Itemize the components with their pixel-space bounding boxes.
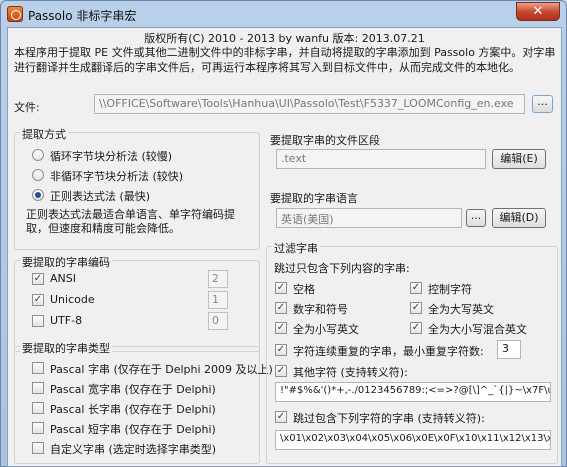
- utf8-checkbox[interactable]: [32, 315, 44, 327]
- utf8-label: UTF-8: [50, 314, 83, 327]
- close-button[interactable]: ✕: [516, 2, 560, 21]
- window-title: Passolo 非标字串宏: [28, 9, 137, 23]
- filter-lower-checkbox[interactable]: ✓: [275, 322, 287, 334]
- type-pascal-short-checkbox[interactable]: [32, 422, 44, 434]
- type-pascal-label: Pascal 字串 (仅存在于 Delphi 2009 及以上): [50, 363, 273, 376]
- ansi-checkbox[interactable]: ✓: [32, 273, 44, 285]
- filter-repeat-checkbox[interactable]: ✓: [275, 344, 287, 356]
- filter-mixed-checkbox[interactable]: ✓: [410, 322, 422, 334]
- type-pascal-wide-label: Pascal 宽字串 (仅存在于 Delphi): [50, 383, 216, 396]
- radio-regex-label: 正则表达式法 (最快): [50, 190, 151, 203]
- type-pascal-long-label: Pascal 长字串 (仅存在于 Delphi): [50, 403, 216, 416]
- file-path-input[interactable]: \\OFFICE\Software\Tools\Hanhua\UI\Passol…: [94, 94, 525, 114]
- encoding-title: 要提取的字串编码: [20, 254, 112, 270]
- unicode-count-field[interactable]: 1: [208, 291, 228, 309]
- type-pascal-long-checkbox[interactable]: [32, 402, 44, 414]
- filter-upper-checkbox[interactable]: ✓: [410, 302, 422, 314]
- type-pascal-wide-checkbox[interactable]: [32, 382, 44, 394]
- extraction-title: 提取方式: [20, 126, 68, 142]
- sections-edit-button[interactable]: 编辑(E): [492, 149, 546, 169]
- file-browse-button[interactable]: ...: [532, 95, 553, 113]
- radio-nonloop-block-label: 非循环字节块分析法 (较快): [50, 170, 184, 183]
- filter-digits-checkbox[interactable]: ✓: [275, 302, 287, 314]
- dialog-client: 版权所有(C) 2010 - 2013 by wanfu 版本: 2013.07…: [7, 27, 562, 467]
- filter-mixed-label: 全为大小写混合英文: [428, 323, 527, 336]
- language-title: 要提取的字串语言: [270, 192, 358, 205]
- file-label: 文件:: [14, 101, 40, 114]
- radio-loop-block[interactable]: [32, 149, 44, 161]
- language-field[interactable]: 英语(美国): [276, 208, 462, 228]
- radio-nonloop-block[interactable]: [32, 169, 44, 181]
- ansi-label: ANSI: [50, 272, 76, 285]
- types-title: 要提取的字串类型: [20, 340, 112, 356]
- filter-repeat-label: 字符连续重复的字串，最小重复字符数:: [293, 345, 484, 358]
- filter-skip-checkbox[interactable]: ✓: [275, 411, 287, 423]
- filter-other-label: 其他字符 (支持转义符):: [293, 366, 408, 379]
- radio-loop-block-label: 循环字节块分析法 (较慢): [50, 150, 173, 163]
- filter-other-checkbox[interactable]: ✓: [275, 365, 287, 377]
- filter-space-checkbox[interactable]: ✓: [275, 282, 287, 294]
- copyright-line: 版权所有(C) 2010 - 2013 by wanfu 版本: 2013.07…: [144, 32, 425, 45]
- app-window: Passolo 非标字串宏 ✕ 版权所有(C) 2010 - 2013 by w…: [0, 0, 567, 467]
- unicode-label: Unicode: [50, 293, 95, 306]
- filter-title: 过滤字串: [272, 240, 320, 256]
- sections-field[interactable]: .text: [276, 149, 486, 169]
- filter-control-checkbox[interactable]: ✓: [410, 282, 422, 294]
- description-text: 本程序用于提取 PE 文件或其他二进制文件中的非标字串，并自动将提取的字串添加到…: [14, 46, 556, 74]
- sections-title: 要提取字串的文件区段: [270, 134, 380, 147]
- filter-subtitle: 跳过只包含下列内容的字串:: [274, 262, 410, 275]
- filter-space-label: 空格: [293, 283, 315, 296]
- ansi-count-field[interactable]: 2: [208, 270, 228, 288]
- unicode-checkbox[interactable]: ✓: [32, 294, 44, 306]
- passolo-app-icon: [7, 6, 23, 22]
- filter-skip-label: 跳过包含下列字符的字串 (支持转义符):: [293, 412, 485, 425]
- language-edit-button[interactable]: 编辑(D): [492, 208, 546, 228]
- title-bar[interactable]: Passolo 非标字串宏 ✕: [1, 1, 566, 27]
- filter-lower-label: 全为小写英文: [293, 323, 359, 336]
- radio-regex[interactable]: [32, 189, 44, 201]
- filter-skip-field[interactable]: \x01\x02\x03\x04\x05\x06\x0E\x0F\x10\x11…: [275, 430, 551, 450]
- filter-other-field[interactable]: !"#$%&'()*+,-./0123456789:;<=>?@[\]^_`{|…: [275, 382, 551, 402]
- filter-control-label: 控制字符: [428, 283, 472, 296]
- type-custom-checkbox[interactable]: [32, 442, 44, 454]
- extraction-note: 正则表达式法最适合单语言、单字符编码提取，但速度和精度可能会降低。: [26, 208, 235, 235]
- type-custom-label: 自定义字串 (选定时选择字串类型): [50, 443, 217, 456]
- filter-upper-label: 全为大写英文: [428, 303, 494, 316]
- utf8-count-field[interactable]: 0: [208, 312, 228, 330]
- type-pascal-short-label: Pascal 短字串 (仅存在于 Delphi): [50, 423, 216, 436]
- type-pascal-checkbox[interactable]: [32, 362, 44, 374]
- repeat-count-field[interactable]: 3: [497, 340, 521, 359]
- language-browse-button[interactable]: ...: [466, 209, 486, 227]
- filter-digits-label: 数字和符号: [293, 303, 348, 316]
